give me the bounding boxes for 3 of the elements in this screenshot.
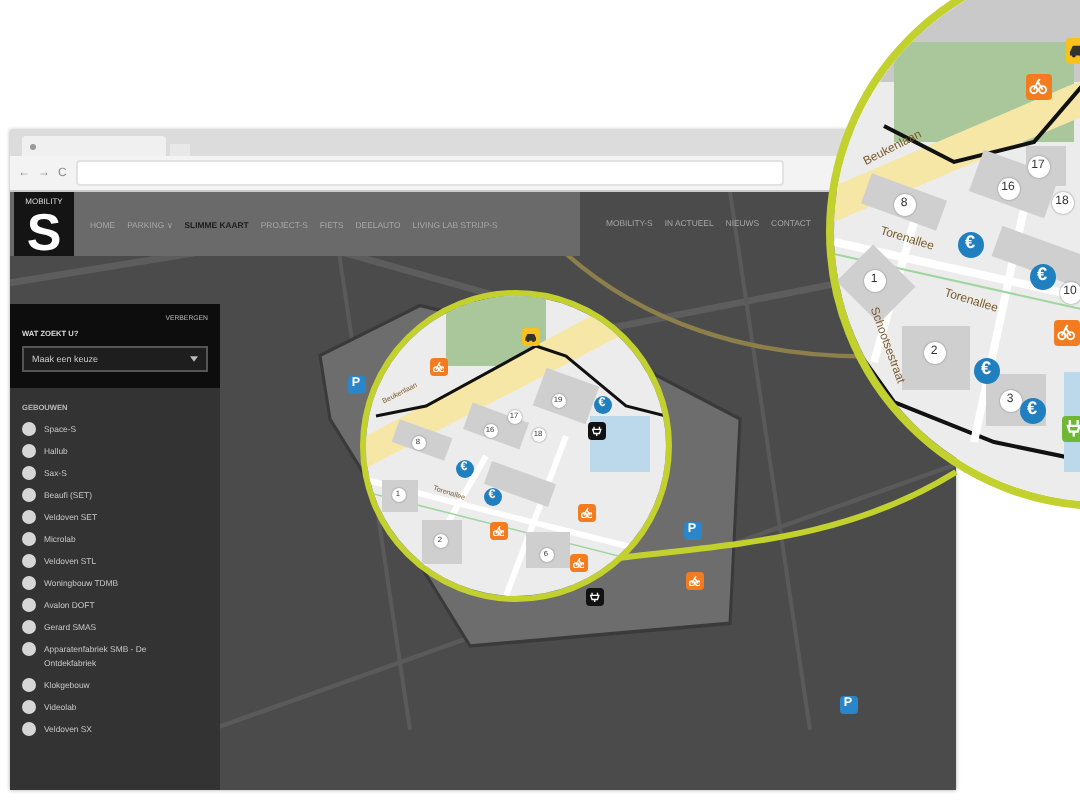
address-field[interactable] xyxy=(76,160,785,187)
logo-letter: S xyxy=(26,206,62,258)
caret-icon xyxy=(190,356,198,362)
